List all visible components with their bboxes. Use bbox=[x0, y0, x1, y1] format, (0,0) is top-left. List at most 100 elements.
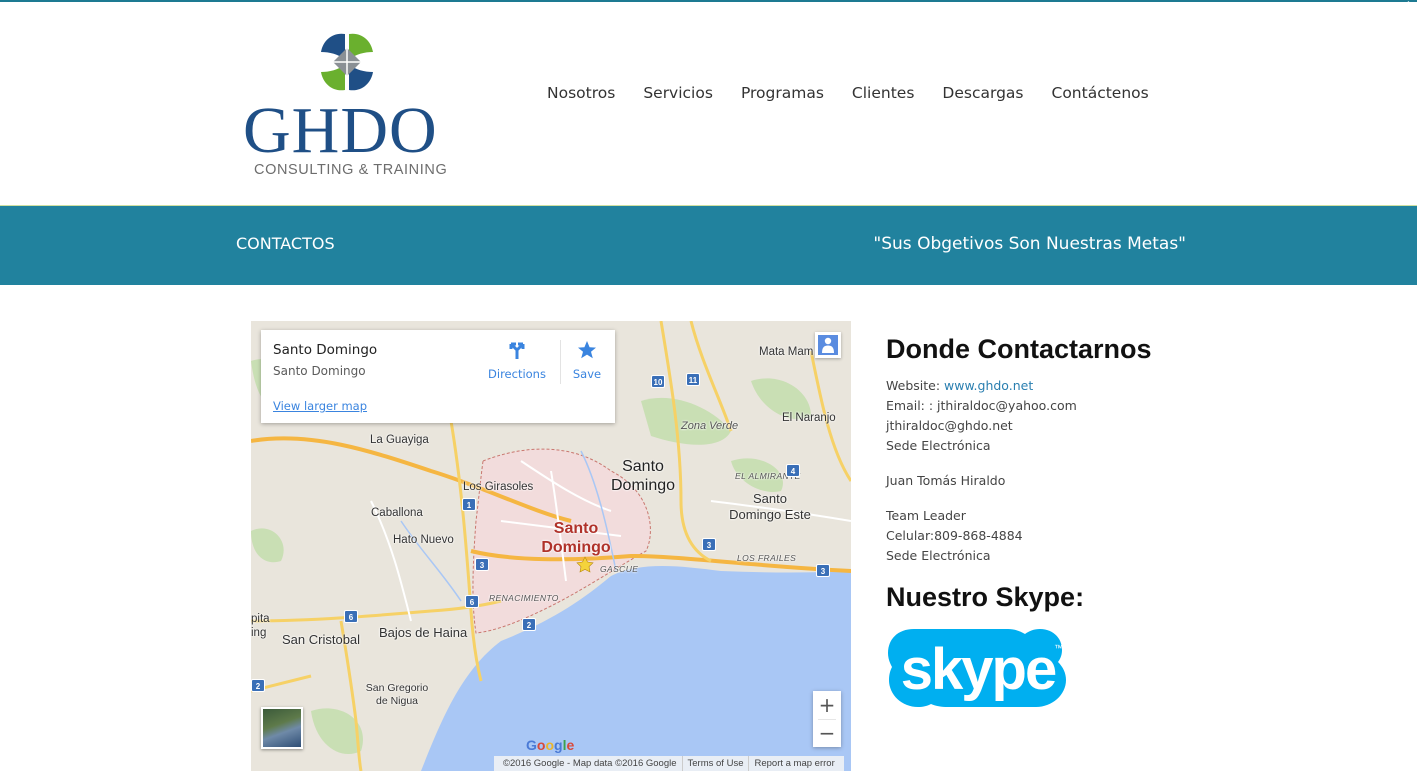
map-label-text: de Nigua bbox=[375, 695, 419, 707]
email-line: Email: : jthiraldoc@yahoo.com bbox=[886, 398, 1077, 413]
map-label-gascue: GASCUE bbox=[600, 564, 639, 574]
map-label-text: Domingo bbox=[541, 539, 611, 556]
logo-wordmark: GHDO bbox=[243, 94, 438, 167]
map-label-text: pita bbox=[251, 613, 270, 625]
map-label-san-gregorio: San Gregorio de Nigua bbox=[361, 682, 433, 708]
directions-button[interactable]: Directions bbox=[487, 340, 547, 381]
map-attribution-bar: ©2016 Google - Map data ©2016 Google Ter… bbox=[494, 756, 844, 771]
place-subtitle: Santo Domingo bbox=[273, 364, 366, 378]
map-label-hato-nuevo: Hato Nuevo bbox=[393, 534, 454, 546]
contact-phone: Celular:809-868-4884 bbox=[886, 528, 1023, 543]
route-shield: 2 bbox=[522, 618, 536, 631]
map-label-renacimiento: RENACIMIENTO bbox=[489, 593, 559, 603]
map-label-text: Domingo bbox=[610, 477, 676, 494]
slogan: "Sus Obgetivos Son Nuestras Metas" bbox=[873, 234, 1186, 254]
route-shield: 3 bbox=[816, 564, 830, 577]
route-shield: 2 bbox=[251, 679, 265, 692]
route-shield: 3 bbox=[475, 558, 489, 571]
map-label-santo-domingo-north: Santo Domingo bbox=[603, 457, 683, 495]
google-logo-letter: o bbox=[545, 737, 555, 753]
skype-logo-icon[interactable]: skype ™ bbox=[886, 625, 1071, 709]
map-label-santo-domingo-city: Santo Domingo bbox=[531, 519, 621, 557]
website-label: Website: bbox=[886, 378, 945, 393]
google-map-embed[interactable]: Mata Mam El Naranjo Zona Verde La Guayig… bbox=[251, 321, 851, 771]
sede-line: Sede Electrónica bbox=[886, 438, 991, 453]
route-shield: 3 bbox=[702, 538, 716, 551]
directions-icon bbox=[509, 342, 525, 359]
save-label: Save bbox=[572, 367, 602, 381]
map-label-text: San Gregorio bbox=[365, 682, 429, 694]
website-line: Website: www.ghdo.net bbox=[886, 376, 1216, 396]
report-map-error-link[interactable]: Report a map error bbox=[749, 756, 839, 771]
place-title: Santo Domingo bbox=[273, 342, 378, 358]
zoom-out-button[interactable]: − bbox=[813, 719, 841, 747]
save-button[interactable]: Save bbox=[567, 340, 607, 381]
map-label-mata-mamon: Mata Mam bbox=[759, 346, 814, 358]
map-label-caballona: Caballona bbox=[371, 507, 423, 519]
nav-item-clientes[interactable]: Clientes bbox=[838, 82, 928, 104]
route-shield: 1 bbox=[462, 498, 476, 511]
contact-details: Website: www.ghdo.net Email: : jthiraldo… bbox=[886, 376, 1216, 566]
sede-line-2: Sede Electrónica bbox=[886, 548, 991, 563]
contact-role: Team Leader bbox=[886, 508, 966, 523]
map-label-text: ing bbox=[251, 627, 267, 639]
route-shield: 6 bbox=[465, 595, 479, 608]
zoom-divider bbox=[818, 719, 836, 720]
google-logo-letter: e bbox=[566, 737, 575, 753]
route-shield: 6 bbox=[344, 610, 358, 623]
map-label-la-guayiga: La Guayiga bbox=[370, 434, 429, 446]
nav-item-contactenos[interactable]: Contáctenos bbox=[1038, 82, 1163, 104]
page-title: CONTACTOS bbox=[236, 234, 335, 253]
logo-tagline: CONSULTING & TRAINING bbox=[254, 162, 448, 178]
map-label-pita: pita ing bbox=[251, 612, 270, 640]
map-label-los-girasoles: Los Girasoles bbox=[463, 481, 534, 493]
email-line-2: jthiraldoc@ghdo.net bbox=[886, 418, 1013, 433]
star-icon bbox=[578, 341, 596, 359]
map-label-zona-verde: Zona Verde bbox=[681, 420, 739, 432]
map-label-los-frailes: LOS FRAILES bbox=[737, 553, 797, 563]
google-logo: Google bbox=[526, 737, 574, 753]
nav-item-descargas[interactable]: Descargas bbox=[928, 82, 1037, 104]
map-label-santo-domingo-este: Santo Domingo Este bbox=[715, 491, 825, 523]
map-label-el-naranjo: El Naranjo bbox=[782, 412, 836, 424]
map-label-text: Santo bbox=[553, 520, 599, 537]
map-copyright: ©2016 Google - Map data ©2016 Google bbox=[498, 756, 683, 771]
directions-label: Directions bbox=[488, 367, 546, 381]
street-view-pegman[interactable] bbox=[815, 332, 841, 358]
page-title-banner: CONTACTOS "Sus Obgetivos Son Nuestras Me… bbox=[0, 205, 1417, 285]
site-header: GHDO CONSULTING & TRAINING Nosotros Serv… bbox=[0, 2, 1417, 205]
map-label-san-cristobal: San Cristobal bbox=[282, 632, 361, 647]
skype-wordmark: skype bbox=[901, 637, 1056, 702]
map-label-text: Domingo Este bbox=[729, 507, 811, 522]
website-link[interactable]: www.ghdo.net bbox=[944, 378, 1033, 393]
nav-item-programas[interactable]: Programas bbox=[727, 82, 838, 104]
main-navigation: Nosotros Servicios Programas Clientes De… bbox=[533, 82, 1163, 104]
map-place-card: Santo Domingo Santo Domingo View larger … bbox=[261, 330, 615, 423]
svg-text:™: ™ bbox=[1054, 643, 1063, 653]
google-logo-letter: G bbox=[526, 737, 537, 753]
skype-heading: Nuestro Skype: bbox=[886, 582, 1085, 612]
terms-of-use-link[interactable]: Terms of Use bbox=[683, 756, 750, 771]
map-label-bajos-de-haina: Bajos de Haina bbox=[379, 625, 468, 640]
zoom-in-button[interactable]: + bbox=[813, 691, 841, 719]
pegman-icon bbox=[818, 335, 838, 355]
contact-name: Juan Tomás Hiraldo bbox=[886, 473, 1006, 488]
google-logo-letter: g bbox=[554, 737, 563, 753]
zoom-control: + − bbox=[813, 691, 841, 747]
nav-item-nosotros[interactable]: Nosotros bbox=[533, 82, 629, 104]
route-shield: 11 bbox=[686, 373, 700, 386]
logo-mark-icon bbox=[321, 33, 373, 91]
contact-info: Donde Contactarnos Website: www.ghdo.net… bbox=[886, 332, 1216, 566]
nav-item-servicios[interactable]: Servicios bbox=[629, 82, 727, 104]
contact-heading: Donde Contactarnos bbox=[886, 334, 1152, 364]
satellite-view-toggle[interactable] bbox=[261, 707, 303, 749]
route-shield: 4 bbox=[786, 464, 800, 477]
ghdo-logo[interactable]: GHDO CONSULTING & TRAINING bbox=[243, 30, 453, 185]
card-divider bbox=[560, 340, 561, 384]
map-label-text: Santo bbox=[753, 491, 787, 506]
view-larger-map-link[interactable]: View larger map bbox=[273, 399, 367, 413]
route-shield: 10 bbox=[651, 375, 665, 388]
map-label-text: Santo bbox=[622, 458, 664, 475]
